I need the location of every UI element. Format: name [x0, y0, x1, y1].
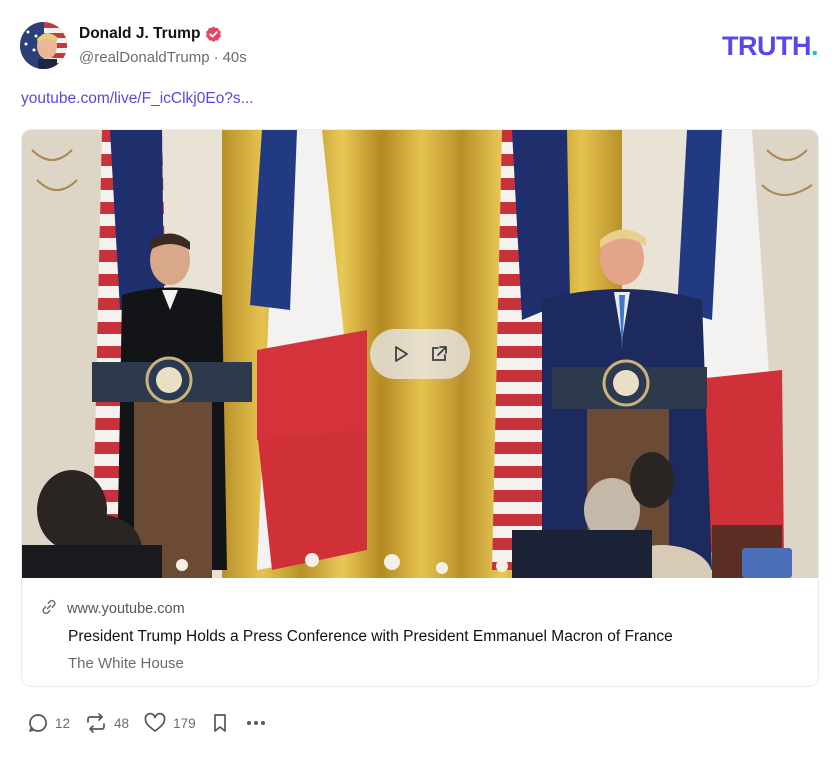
play-icon[interactable] [390, 343, 412, 365]
link-preview-details[interactable]: www.youtube.com President Trump Holds a … [22, 578, 818, 686]
video-controls [370, 329, 470, 379]
bookmark-icon [210, 712, 230, 734]
post-actions: 12 48 179 [27, 711, 282, 735]
verified-icon [205, 26, 222, 43]
avatar[interactable] [20, 22, 67, 69]
more-button[interactable] [244, 712, 268, 734]
logo-text: TRUTH [722, 31, 811, 61]
bookmark-button[interactable] [210, 712, 230, 734]
link-source: The White House [68, 655, 184, 672]
post-timestamp[interactable]: 40s [223, 49, 247, 66]
retruth-icon [84, 712, 108, 734]
link-preview-card[interactable]: www.youtube.com President Trump Holds a … [21, 129, 819, 687]
link-domain: www.youtube.com [67, 601, 185, 617]
reply-count: 12 [55, 715, 71, 731]
like-button[interactable]: 179 [143, 712, 196, 734]
retruth-count: 48 [114, 715, 130, 731]
like-count: 179 [173, 715, 196, 731]
external-link-icon[interactable] [428, 343, 450, 365]
post-header: Donald J. Trump @realDonaldTrump · 40s T… [20, 22, 820, 72]
reply-icon [27, 712, 49, 734]
more-icon [244, 712, 268, 734]
truth-logo[interactable]: TRUTH. [722, 31, 819, 62]
meta-separator: · [213, 49, 219, 66]
like-icon [143, 712, 167, 734]
logo-dot: . [810, 31, 819, 61]
reply-button[interactable]: 12 [27, 712, 70, 734]
author-name[interactable]: Donald J. Trump [79, 25, 200, 43]
video-thumbnail[interactable] [22, 130, 818, 578]
post-link[interactable]: youtube.com/live/F_icClkj0Eo?s... [21, 90, 254, 108]
link-icon [40, 598, 58, 620]
link-title[interactable]: President Trump Holds a Press Conference… [68, 628, 818, 646]
author-handle[interactable]: @realDonaldTrump [79, 49, 210, 66]
retruth-button[interactable]: 48 [84, 712, 129, 734]
